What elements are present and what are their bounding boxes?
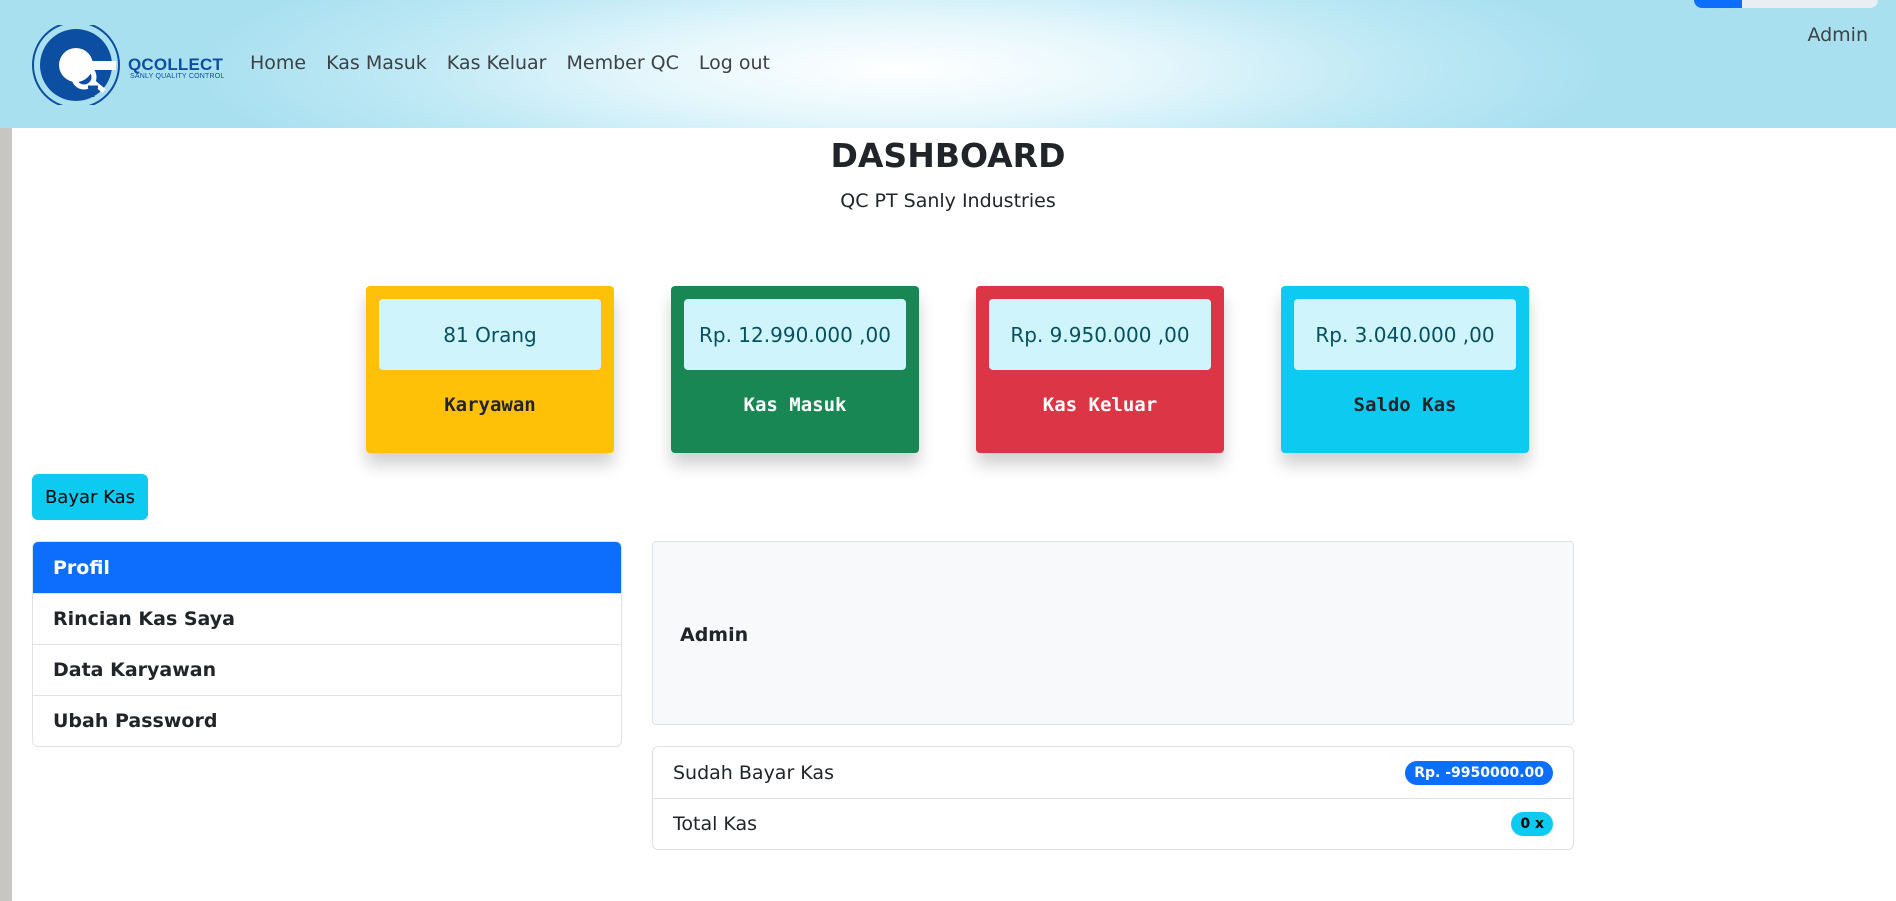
card-label: Kas Masuk [743, 394, 847, 416]
profile-name: Admin [680, 624, 749, 646]
brand-logo[interactable]: QCOLLECT SANLY QUALITY CONTROL [32, 25, 225, 105]
card-kas-keluar: Rp. 9.950.000 ,00 Kas Keluar [976, 286, 1224, 453]
stat-total-kas: Total Kas 0 x [653, 798, 1573, 849]
card-label: Karyawan [444, 394, 536, 416]
menu-item-ubah-password[interactable]: Ubah Password [33, 695, 621, 746]
card-saldo-kas: Rp. 3.040.000 ,00 Saldo Kas [1281, 286, 1529, 453]
stat-label: Sudah Bayar Kas [673, 761, 834, 784]
profile-stats: Sudah Bayar Kas Rp. -9950000.00 Total Ka… [652, 746, 1574, 850]
main-nav: Home Kas Masuk Kas Keluar Member QC Log … [250, 52, 770, 74]
menu-item-data-karyawan[interactable]: Data Karyawan [33, 644, 621, 695]
top-scroll-tab [1694, 0, 1878, 8]
card-value: Rp. 12.990.000 ,00 [684, 299, 906, 370]
stat-sudah-bayar: Sudah Bayar Kas Rp. -9950000.00 [653, 747, 1573, 798]
nav-user-name[interactable]: Admin [1807, 24, 1868, 46]
count-badge: 0 x [1511, 812, 1553, 836]
amount-badge: Rp. -9950000.00 [1405, 760, 1553, 785]
brand-tagline: SANLY QUALITY CONTROL [130, 73, 225, 80]
card-value: Rp. 9.950.000 ,00 [989, 299, 1211, 370]
brand-name: QCOLLECT [128, 55, 224, 74]
menu-item-rincian-kas[interactable]: Rincian Kas Saya [33, 593, 621, 644]
nav-kas-masuk[interactable]: Kas Masuk [326, 52, 427, 74]
nav-home[interactable]: Home [250, 52, 306, 74]
nav-kas-keluar[interactable]: Kas Keluar [447, 52, 547, 74]
page-title: DASHBOARD [830, 136, 1066, 175]
card-label: Kas Keluar [1042, 394, 1158, 416]
navbar: QCOLLECT SANLY QUALITY CONTROL Home Kas … [0, 0, 1896, 128]
bayar-kas-button[interactable]: Bayar Kas [32, 474, 148, 520]
page-subtitle: QC PT Sanly Industries [840, 190, 1056, 212]
card-value: Rp. 3.040.000 ,00 [1294, 299, 1516, 370]
nav-logout[interactable]: Log out [699, 52, 770, 74]
card-value: 81 Orang [379, 299, 601, 370]
qc-logo-icon [32, 25, 120, 105]
profile-panel: Admin [652, 541, 1574, 725]
card-kas-masuk: Rp. 12.990.000 ,00 Kas Masuk [671, 286, 919, 453]
menu-item-profil[interactable]: Profil [33, 542, 621, 593]
nav-member-qc[interactable]: Member QC [566, 52, 678, 74]
card-karyawan: 81 Orang Karyawan [366, 286, 614, 453]
profile-menu: Profil Rincian Kas Saya Data Karyawan Ub… [32, 541, 622, 747]
stat-label: Total Kas [673, 813, 758, 835]
card-label: Saldo Kas [1353, 394, 1457, 416]
